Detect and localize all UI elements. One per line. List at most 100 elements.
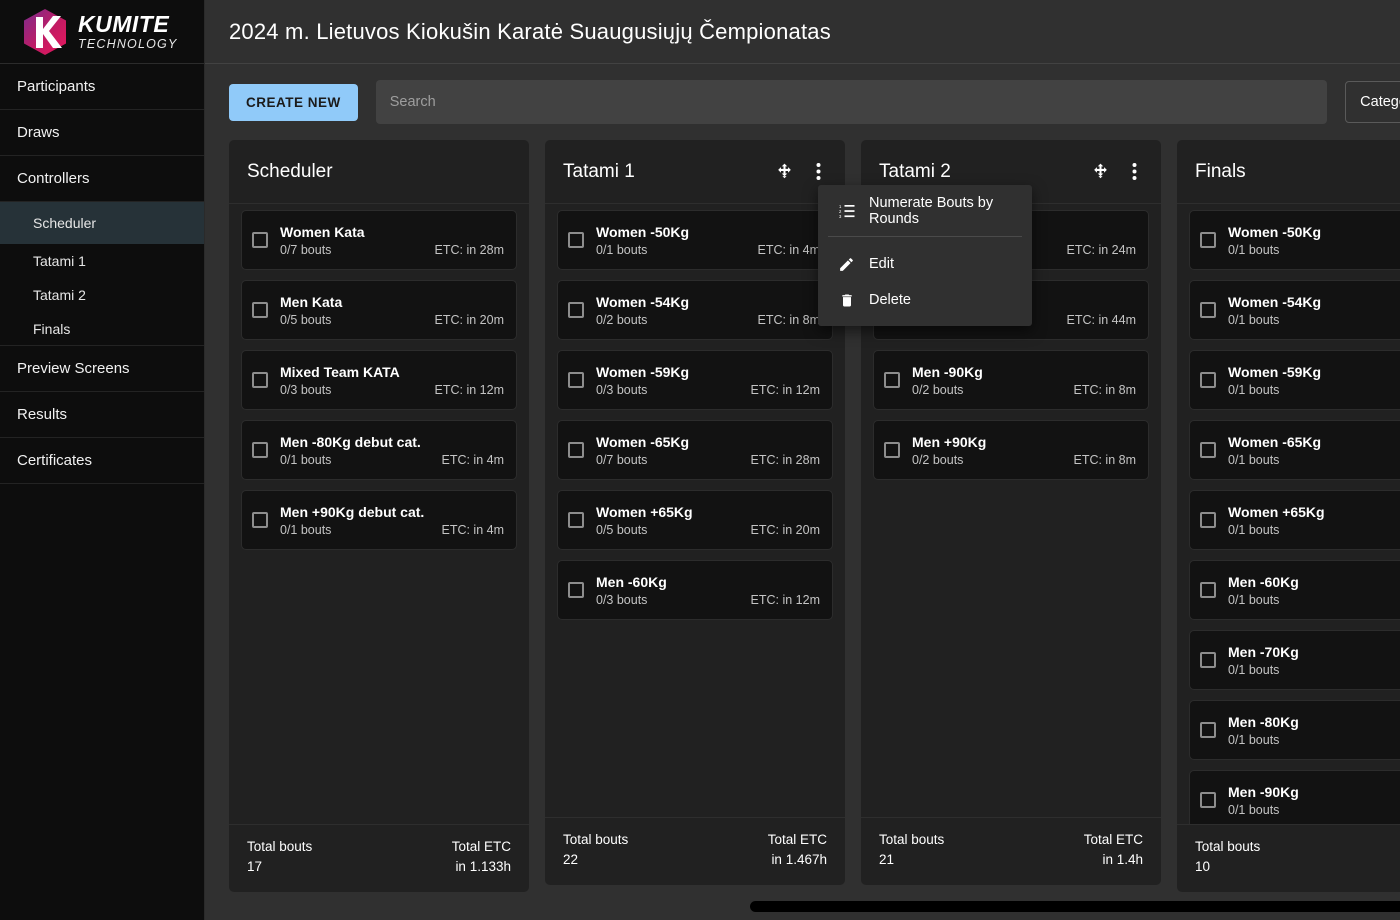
sidebar-item-controllers[interactable]: Controllers	[0, 156, 204, 202]
card-checkbox[interactable]	[252, 442, 268, 458]
category-card[interactable]: Women -50Kg0/1 boutsETC: in 4m	[557, 210, 833, 270]
search-input[interactable]	[390, 94, 1313, 110]
card-checkbox[interactable]	[1200, 722, 1216, 738]
sidebar-subitem-finals[interactable]: Finals	[0, 312, 204, 346]
card-meta-row: 0/5 boutsETC: in 20m	[280, 313, 504, 327]
card-content: Mixed Team KATA0/3 boutsETC: in 12m	[280, 364, 504, 397]
column-title: Tatami 1	[563, 161, 635, 183]
card-checkbox[interactable]	[1200, 232, 1216, 248]
more-vertical-icon[interactable]	[1123, 161, 1145, 183]
card-checkbox[interactable]	[568, 512, 584, 528]
card-checkbox[interactable]	[1200, 792, 1216, 808]
card-checkbox[interactable]	[1200, 442, 1216, 458]
sidebar-subitem-tatami-1[interactable]: Tatami 1	[0, 244, 204, 278]
card-checkbox[interactable]	[252, 232, 268, 248]
category-card[interactable]: Men Kata 0/5 boutsETC: in 20m	[241, 280, 517, 340]
sidebar-item-results[interactable]: Results	[0, 392, 204, 438]
category-card[interactable]: Men -80Kg0/1 bouts	[1189, 700, 1400, 760]
category-card[interactable]: Men -60Kg0/1 bouts	[1189, 560, 1400, 620]
card-meta-row: 0/1 boutsETC: in 4m	[280, 453, 504, 467]
category-card[interactable]: Women -59Kg0/3 boutsETC: in 12m	[557, 350, 833, 410]
card-checkbox[interactable]	[1200, 582, 1216, 598]
category-card[interactable]: Men -60Kg0/3 boutsETC: in 12m	[557, 560, 833, 620]
card-checkbox[interactable]	[252, 512, 268, 528]
card-bouts-count: 0/1 bouts	[1228, 803, 1279, 817]
sidebar-subitem-label: Tatami 1	[33, 253, 86, 269]
card-meta-row: 0/1 bouts	[1228, 383, 1400, 397]
column-card-list: Women -50Kg0/1 boutsETC: in 4m Women -54K…	[545, 204, 845, 817]
card-content: Women +65Kg0/5 boutsETC: in 20m	[596, 504, 820, 537]
horizontal-scrollbar-track[interactable]	[750, 901, 1400, 912]
context-menu-item-delete[interactable]: Delete	[818, 282, 1032, 318]
category-card[interactable]: Mixed Team KATA0/3 boutsETC: in 12m	[241, 350, 517, 410]
sidebar-item-label: Participants	[17, 78, 95, 95]
category-card[interactable]: Men -90Kg0/2 boutsETC: in 8m	[873, 350, 1149, 410]
category-card[interactable]: Women +65Kg0/5 boutsETC: in 20m	[557, 490, 833, 550]
card-checkbox[interactable]	[568, 372, 584, 388]
card-bouts-count: 0/7 bouts	[280, 243, 331, 257]
category-card[interactable]: Women -65Kg0/1 bouts	[1189, 420, 1400, 480]
card-checkbox[interactable]	[252, 302, 268, 318]
category-card[interactable]: Men -90Kg 0/1 bouts	[1189, 770, 1400, 824]
sidebar-subitem-scheduler[interactable]: Scheduler	[0, 202, 204, 244]
card-title: Men Kata	[280, 294, 504, 310]
card-bouts-count: 0/2 bouts	[912, 383, 963, 397]
category-card[interactable]: Women -59Kg 0/1 bouts	[1189, 350, 1400, 410]
sidebar-item-certificates[interactable]: Certificates	[0, 438, 204, 484]
card-checkbox[interactable]	[884, 372, 900, 388]
move-arrows-icon[interactable]	[773, 161, 795, 183]
card-bouts-count: 0/1 bouts	[1228, 523, 1279, 537]
category-card[interactable]: Women -54Kg0/2 boutsETC: in 8m	[557, 280, 833, 340]
context-menu-item-numerate[interactable]: 1 2 3 Numerate Bouts by Rounds	[818, 193, 1032, 229]
sidebar-item-draws[interactable]: Draws	[0, 110, 204, 156]
category-label: Category	[1360, 94, 1400, 110]
category-card[interactable]: Men -80Kg debut cat.0/1 boutsETC: in 4m	[241, 420, 517, 480]
category-card[interactable]: Men +90Kg0/2 boutsETC: in 8m	[873, 420, 1149, 480]
card-bouts-count: 0/1 bouts	[280, 523, 331, 537]
total-etc-label: Total ETC	[452, 839, 511, 854]
card-bouts-count: 0/1 bouts	[1228, 453, 1279, 467]
category-card[interactable]: Men -70Kg0/1 bouts	[1189, 630, 1400, 690]
category-card[interactable]: Men +90Kg debut cat.0/1 boutsETC: in 4m	[241, 490, 517, 550]
card-checkbox[interactable]	[884, 442, 900, 458]
sidebar-item-preview-screens[interactable]: Preview Screens	[0, 346, 204, 392]
card-checkbox[interactable]	[1200, 302, 1216, 318]
sidebar-item-participants[interactable]: Participants	[0, 64, 204, 110]
card-checkbox[interactable]	[568, 302, 584, 318]
category-card[interactable]: Women -65Kg0/7 boutsETC: in 28m	[557, 420, 833, 480]
card-checkbox[interactable]	[568, 232, 584, 248]
create-new-button[interactable]: CREATE NEW	[229, 84, 358, 121]
card-title: Women -59Kg	[1228, 364, 1400, 380]
category-filter-button[interactable]: Category	[1345, 81, 1400, 123]
sidebar-subitem-tatami-2[interactable]: Tatami 2	[0, 278, 204, 312]
column-context-menu[interactable]: 1 2 3 Numerate Bouts by Rounds	[818, 185, 1032, 326]
card-checkbox[interactable]	[1200, 512, 1216, 528]
horizontal-scrollbar-thumb[interactable]	[750, 901, 1400, 912]
card-checkbox[interactable]	[252, 372, 268, 388]
category-card[interactable]: Women Kata0/7 boutsETC: in 28m	[241, 210, 517, 270]
card-content: Men -90Kg0/2 boutsETC: in 8m	[912, 364, 1136, 397]
total-bouts-label: Total bouts	[879, 832, 944, 847]
card-title: Men -90Kg	[912, 364, 1136, 380]
card-bouts-count: 0/7 bouts	[596, 453, 647, 467]
context-menu-item-edit[interactable]: Edit	[818, 246, 1032, 282]
category-card[interactable]: Women -50Kg0/1 bouts	[1189, 210, 1400, 270]
card-checkbox[interactable]	[1200, 372, 1216, 388]
card-title: Men -90Kg	[1228, 784, 1400, 800]
top-bar: 2024 m. Lietuvos Kiokušin Karatė Suaugus…	[205, 0, 1400, 64]
svg-text:3: 3	[839, 214, 842, 219]
card-content: Women -54Kg0/1 bouts	[1228, 294, 1400, 327]
move-arrows-icon[interactable]	[1089, 161, 1111, 183]
scheduler-board: SchedulerWomen Kata0/7 boutsETC: in 28mM…	[205, 140, 1400, 920]
card-etc: ETC: in 8m	[757, 313, 820, 327]
card-content: Men -60Kg0/3 boutsETC: in 12m	[596, 574, 820, 607]
more-vertical-icon[interactable]	[807, 161, 829, 183]
category-card[interactable]: Women -54Kg0/1 bouts	[1189, 280, 1400, 340]
brand-logo[interactable]: KUMITE TECHNOLOGY	[0, 0, 204, 64]
card-checkbox[interactable]	[568, 442, 584, 458]
card-checkbox[interactable]	[1200, 652, 1216, 668]
card-checkbox[interactable]	[568, 582, 584, 598]
card-bouts-count: 0/2 bouts	[912, 453, 963, 467]
category-card[interactable]: Women +65Kg0/1 bouts	[1189, 490, 1400, 550]
search-box[interactable]	[376, 80, 1327, 124]
